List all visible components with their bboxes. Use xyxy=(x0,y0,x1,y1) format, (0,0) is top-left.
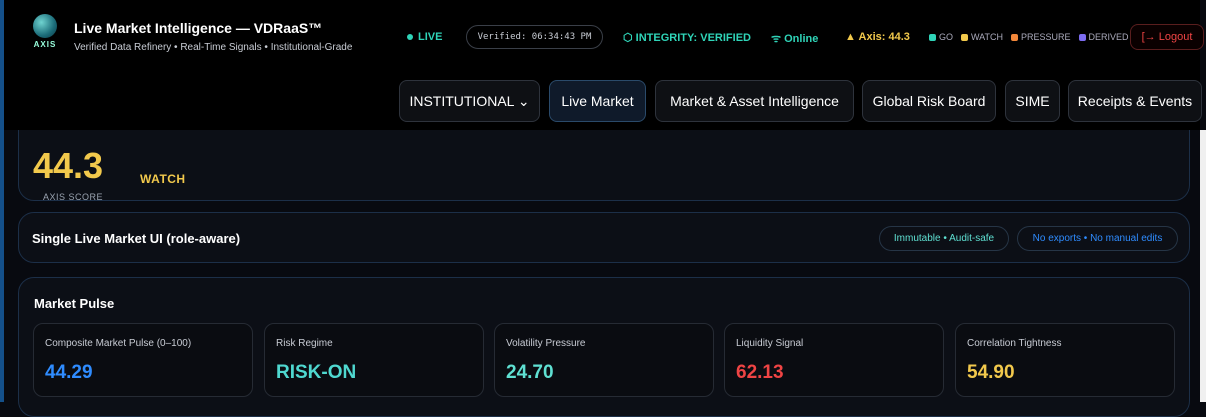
legend-label: GO xyxy=(939,32,954,42)
axis-score-label: AXIS SCORE xyxy=(43,192,104,202)
metric-card: Risk Regime RISK-ON xyxy=(264,323,484,397)
market-pulse-card: Market Pulse Composite Market Pulse (0–1… xyxy=(18,277,1190,417)
tab-receipts-events[interactable]: Receipts & Events xyxy=(1068,80,1202,122)
metric-value: RISK-ON xyxy=(276,362,357,383)
metric-label: Correlation Tightness xyxy=(967,338,1062,349)
axis-score-status: WATCH xyxy=(140,172,186,186)
logout-label: Logout xyxy=(1158,31,1193,43)
metric-label: Liquidity Signal xyxy=(736,338,804,349)
live-label: LIVE xyxy=(418,31,443,43)
axis-indicator: ▲ Axis: 44.3 xyxy=(845,31,910,43)
logo-text: AXIS xyxy=(33,40,57,49)
live-indicator: LIVE xyxy=(407,31,442,43)
axis-logo: AXIS xyxy=(28,14,62,54)
online-label: Online xyxy=(784,33,819,45)
metric-card: Volatility Pressure 24.70 xyxy=(494,323,714,397)
role-banner-card: Single Live Market UI (role-aware) Immut… xyxy=(18,212,1190,263)
immutable-badge: Immutable • Audit-safe xyxy=(879,226,1009,251)
live-dot-icon xyxy=(407,34,413,41)
legend-watch: WATCH xyxy=(961,32,1003,42)
metric-label: Volatility Pressure xyxy=(506,338,586,349)
tab-sime[interactable]: SIME xyxy=(1005,80,1060,122)
status-legend: GO WATCH PRESSURE DERIVED xyxy=(929,32,1129,42)
legend-go: GO xyxy=(929,32,953,42)
market-pulse-title: Market Pulse xyxy=(34,296,115,311)
derived-swatch-icon xyxy=(1078,34,1086,42)
shield-icon: ⬡ xyxy=(623,32,636,44)
logout-button[interactable]: [→ Logout xyxy=(1130,24,1204,50)
metric-value: 44.29 xyxy=(45,362,93,383)
tab-market-asset-intelligence[interactable]: Market & Asset Intelligence xyxy=(655,80,854,122)
metric-label: Composite Market Pulse (0–100) xyxy=(45,338,192,349)
globe-icon xyxy=(33,14,57,38)
no-exports-badge: No exports • No manual edits xyxy=(1017,226,1178,251)
go-swatch-icon xyxy=(929,34,936,42)
banner-title: Single Live Market UI (role-aware) xyxy=(32,231,241,246)
role-select-value: INSTITUTIONAL xyxy=(409,93,514,109)
watch-swatch-icon xyxy=(961,34,969,42)
app-subtitle: Verified Data Refinery • Real-Time Signa… xyxy=(74,42,353,53)
chevron-down-icon: ⌄ xyxy=(517,93,530,109)
legend-derived: DERIVED xyxy=(1078,32,1129,42)
scrollbar[interactable] xyxy=(1200,130,1206,402)
integrity-label: INTEGRITY: VERIFIED xyxy=(635,32,751,44)
tab-live-market[interactable]: Live Market xyxy=(549,80,646,122)
top-header: AXIS Live Market Intelligence — VDRaaS™ … xyxy=(4,0,1204,130)
pressure-swatch-icon xyxy=(1011,34,1019,42)
metric-value: 24.70 xyxy=(506,362,554,383)
legend-label: WATCH xyxy=(971,32,1004,42)
metric-label: Risk Regime xyxy=(276,338,333,349)
logout-icon: [→ xyxy=(1141,31,1159,43)
metric-card: Liquidity Signal 62.13 xyxy=(724,323,944,397)
metric-value: 62.13 xyxy=(736,362,784,383)
metric-card: Correlation Tightness 54.90 xyxy=(955,323,1175,397)
role-select[interactable]: INSTITUTIONAL ⌄ xyxy=(399,80,540,122)
online-status: ᯤ Online xyxy=(771,31,818,46)
legend-pressure: PRESSURE xyxy=(1011,32,1071,42)
metric-card: Composite Market Pulse (0–100) 44.29 xyxy=(33,323,253,397)
tab-global-risk-board[interactable]: Global Risk Board xyxy=(862,80,996,122)
legend-label: PRESSURE xyxy=(1021,32,1071,42)
triangle-icon: ▲ xyxy=(845,31,859,43)
axis-score-value: 44.3 xyxy=(33,145,104,186)
metric-value: 54.90 xyxy=(967,362,1015,383)
verified-timestamp: Verified: 06:34:43 PM xyxy=(466,25,603,49)
wifi-icon: ᯤ xyxy=(771,33,785,45)
integrity-status: ⬡ INTEGRITY: VERIFIED xyxy=(623,31,751,44)
axis-label: Axis: 44.3 xyxy=(858,31,910,43)
legend-label: DERIVED xyxy=(1088,32,1129,42)
app-title: Live Market Intelligence — VDRaaS™ xyxy=(74,20,323,36)
